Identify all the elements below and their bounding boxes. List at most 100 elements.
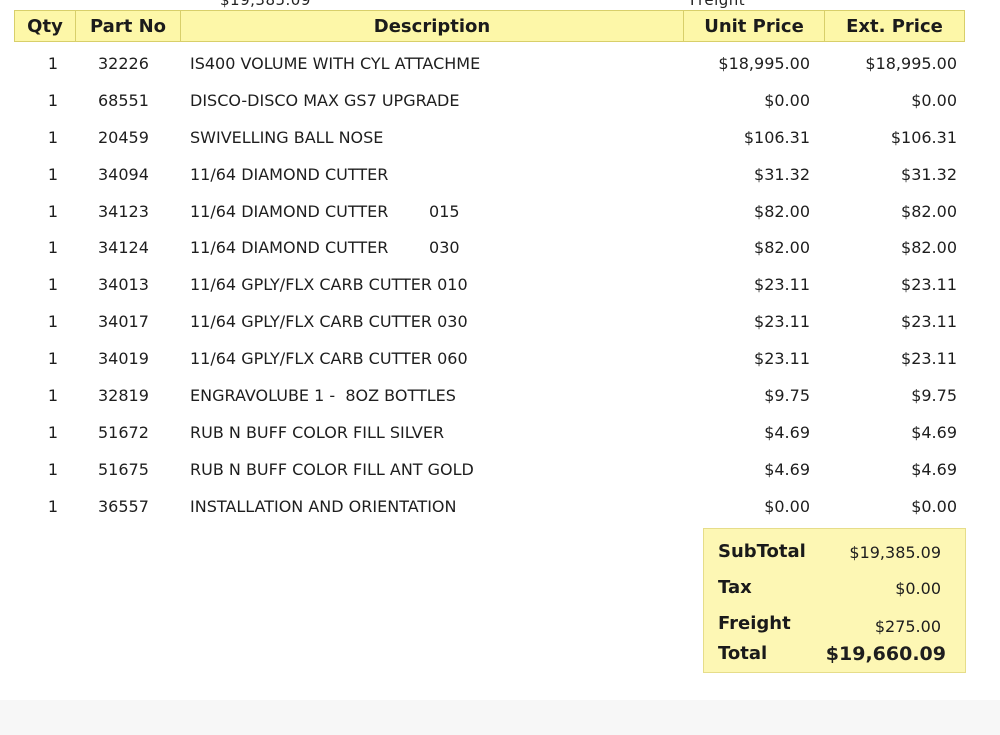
tax-value: $0.00 — [895, 579, 941, 598]
table-row: 1 34019 11/64 GPLY/FLX CARB CUTTER 060 $… — [0, 339, 1000, 376]
row-part-no: 34123 — [98, 201, 149, 221]
row-description: SWIVELLING BALL NOSE — [190, 127, 384, 147]
row-ext-price: $31.32 — [901, 164, 957, 184]
row-description: 11/64 GPLY/FLX CARB CUTTER 030 — [190, 312, 468, 332]
table-row: 1 36557 INSTALLATION AND ORIENTATION $0.… — [0, 487, 1000, 524]
header-part-no: Part No — [75, 10, 181, 42]
row-qty: 1 — [47, 349, 59, 369]
table-row: 1 34124 11/64 DIAMOND CUTTER 030 $82.00 … — [0, 228, 1000, 265]
totals-box: SubTotal $19,385.09 Tax $0.00 Freight $2… — [703, 528, 966, 673]
row-ext-price: $23.11 — [901, 275, 957, 295]
row-description: INSTALLATION AND ORIENTATION — [190, 496, 457, 516]
page-bottom-margin — [0, 700, 1000, 735]
row-unit-price: $82.00 — [754, 238, 810, 258]
row-part-no: 34017 — [98, 312, 149, 332]
row-ext-price: $23.11 — [901, 349, 957, 369]
row-unit-price: $23.11 — [754, 312, 810, 332]
row-unit-price: $0.00 — [764, 496, 810, 516]
row-qty: 1 — [47, 238, 59, 258]
tax-row: Tax $0.00 — [704, 577, 965, 607]
total-row: Total $19,660.09 — [704, 643, 965, 673]
freight-row: Freight $275.00 — [704, 613, 965, 643]
row-unit-price: $9.75 — [764, 386, 810, 406]
table-row: 1 32226 IS400 VOLUME WITH CYL ATTACHME $… — [0, 44, 1000, 81]
row-ext-price: $23.11 — [901, 312, 957, 332]
tax-label: Tax — [718, 577, 752, 598]
row-ext-price: $106.31 — [890, 127, 957, 147]
row-part-no: 32226 — [98, 54, 149, 73]
row-unit-price: $0.00 — [764, 90, 810, 110]
row-description: RUB N BUFF COLOR FILL SILVER — [190, 422, 445, 442]
row-ext-price: $0.00 — [911, 90, 957, 110]
row-qty: 1 — [47, 54, 59, 73]
row-description: 11/64 DIAMOND CUTTER — [190, 164, 389, 184]
table-header: Qty Part No Description Unit Price Ext. … — [14, 10, 966, 42]
row-qty: 1 — [47, 90, 59, 110]
row-qty: 1 — [47, 422, 59, 442]
row-description: 11/64 DIAMOND CUTTER 030 — [190, 238, 460, 258]
table-row: 1 32819 ENGRAVOLUBE 1 - 8OZ BOTTLES $9.7… — [0, 376, 1000, 413]
row-qty: 1 — [47, 201, 59, 221]
row-ext-price: $82.00 — [901, 201, 957, 221]
row-part-no: 34019 — [98, 349, 149, 369]
total-value: $19,660.09 — [825, 643, 946, 665]
row-ext-price: $0.00 — [911, 496, 957, 516]
total-label: Total — [718, 643, 768, 664]
row-part-no: 34094 — [98, 164, 149, 184]
row-ext-price: $4.69 — [911, 422, 957, 442]
row-qty: 1 — [47, 386, 59, 406]
row-description: ENGRAVOLUBE 1 - 8OZ BOTTLES — [190, 386, 456, 406]
table-row: 1 68551 DISCO-DISCO MAX GS7 UPGRADE $0.0… — [0, 81, 1000, 118]
table-row: 1 34094 11/64 DIAMOND CUTTER $31.32 $31.… — [0, 155, 1000, 192]
header-unit-price: Unit Price — [683, 10, 825, 42]
invoice-page: $19,385.09 Freight Qty Part No Descripti… — [0, 0, 1000, 735]
row-part-no: 34124 — [98, 238, 149, 258]
row-unit-price: $31.32 — [754, 164, 810, 184]
row-part-no: 34013 — [98, 275, 149, 295]
freight-value: $275.00 — [874, 617, 941, 636]
subtotal-row: SubTotal $19,385.09 — [704, 541, 965, 571]
table-row: 1 51675 RUB N BUFF COLOR FILL ANT GOLD $… — [0, 450, 1000, 487]
row-description: 11/64 GPLY/FLX CARB CUTTER 010 — [190, 275, 468, 295]
header-description: Description — [180, 10, 684, 42]
row-description: 11/64 DIAMOND CUTTER 015 — [190, 201, 460, 221]
row-qty: 1 — [47, 275, 59, 295]
table-row: 1 34013 11/64 GPLY/FLX CARB CUTTER 010 $… — [0, 265, 1000, 302]
row-ext-price: $9.75 — [911, 386, 957, 406]
cutoff-text-left: $19,385.09 — [220, 0, 311, 9]
table-row: 1 20459 SWIVELLING BALL NOSE $106.31 $10… — [0, 118, 1000, 155]
row-description: DISCO-DISCO MAX GS7 UPGRADE — [190, 90, 460, 110]
row-description: 11/64 GPLY/FLX CARB CUTTER 060 — [190, 349, 468, 369]
cutoff-text-right: Freight — [690, 0, 746, 9]
row-part-no: 51672 — [98, 422, 149, 442]
row-description: RUB N BUFF COLOR FILL ANT GOLD — [190, 459, 474, 479]
subtotal-value: $19,385.09 — [849, 543, 941, 562]
row-part-no: 32819 — [98, 386, 149, 406]
subtotal-label: SubTotal — [718, 541, 806, 562]
row-description: IS400 VOLUME WITH CYL ATTACHME — [190, 54, 481, 73]
row-unit-price: $4.69 — [764, 422, 810, 442]
row-qty: 1 — [47, 164, 59, 184]
table-row: 1 51672 RUB N BUFF COLOR FILL SILVER $4.… — [0, 413, 1000, 450]
row-ext-price: $4.69 — [911, 459, 957, 479]
line-items: 1 32226 IS400 VOLUME WITH CYL ATTACHME $… — [0, 44, 1000, 524]
row-unit-price: $23.11 — [754, 349, 810, 369]
row-qty: 1 — [47, 312, 59, 332]
row-unit-price: $82.00 — [754, 201, 810, 221]
freight-label: Freight — [718, 613, 791, 634]
row-part-no: 51675 — [98, 459, 149, 479]
table-row: 1 34123 11/64 DIAMOND CUTTER 015 $82.00 … — [0, 192, 1000, 229]
row-unit-price: $4.69 — [764, 459, 810, 479]
row-part-no: 20459 — [98, 127, 149, 147]
row-ext-price: $82.00 — [901, 238, 957, 258]
row-qty: 1 — [47, 459, 59, 479]
row-part-no: 36557 — [98, 496, 149, 516]
header-qty: Qty — [14, 10, 76, 42]
table-row: 1 34017 11/64 GPLY/FLX CARB CUTTER 030 $… — [0, 302, 1000, 339]
row-ext-price: $18,995.00 — [865, 54, 957, 73]
row-part-no: 68551 — [98, 90, 149, 110]
row-qty: 1 — [47, 127, 59, 147]
row-unit-price: $18,995.00 — [718, 54, 810, 73]
row-qty: 1 — [47, 496, 59, 516]
header-ext-price: Ext. Price — [824, 10, 965, 42]
